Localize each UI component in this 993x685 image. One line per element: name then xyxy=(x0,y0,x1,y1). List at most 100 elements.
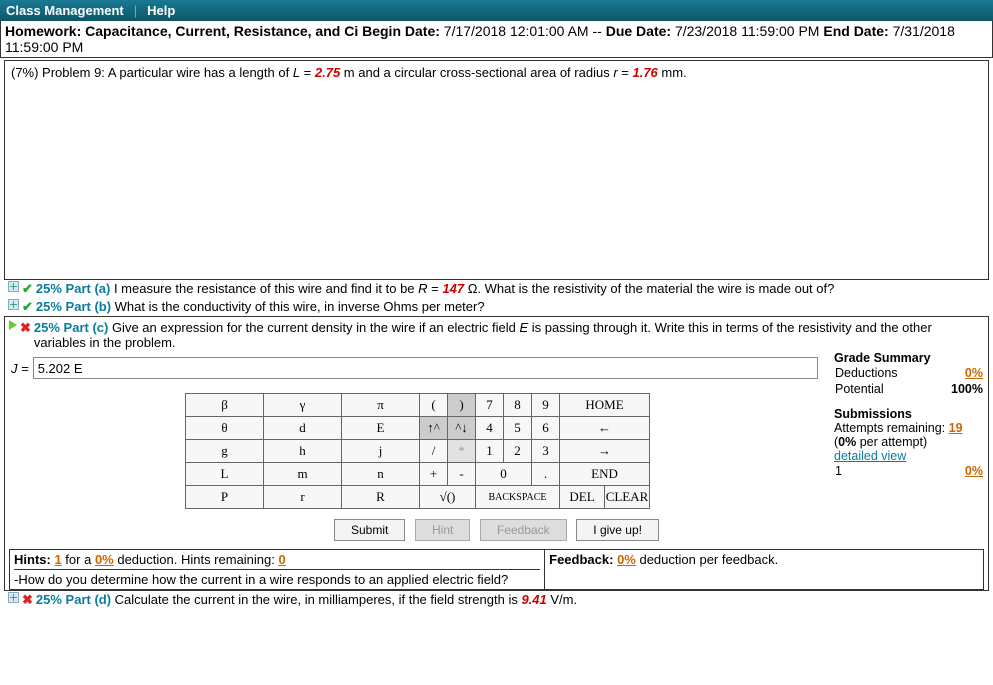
play-icon xyxy=(9,320,17,330)
problem-text-1: A particular wire has a length of xyxy=(105,65,293,80)
variable-R: R xyxy=(418,281,427,296)
date-separator: -- xyxy=(589,23,606,39)
equals-1: = xyxy=(300,65,315,80)
key-1[interactable]: 1 xyxy=(476,440,504,463)
key-dot[interactable]: . xyxy=(532,463,560,486)
key-div[interactable]: / xyxy=(420,440,448,463)
key-5[interactable]: 5 xyxy=(504,417,532,440)
answer-input[interactable] xyxy=(33,357,818,379)
key-del[interactable]: DEL xyxy=(560,486,605,509)
key-home[interactable]: HOME xyxy=(560,394,650,417)
giveup-button[interactable]: I give up! xyxy=(576,519,659,541)
submit-button[interactable]: Submit xyxy=(334,519,405,541)
deductions-label: Deductions xyxy=(834,365,932,381)
due-date-value: 7/23/2018 11:59:00 PM xyxy=(675,23,823,39)
hints-pct: 0% xyxy=(95,552,114,567)
key-sqrt[interactable]: √() xyxy=(420,486,476,509)
part-b-label: 25% Part (b) xyxy=(36,299,111,314)
expand-icon[interactable] xyxy=(8,281,19,292)
answer-row: J = xyxy=(11,357,826,379)
hint-button[interactable]: Hint xyxy=(415,519,470,541)
key-left[interactable]: ← xyxy=(560,417,650,440)
key-L[interactable]: L xyxy=(186,463,264,486)
key-super[interactable]: ↑^ xyxy=(420,417,448,440)
homework-title: Capacitance, Current, Resistance, and Ci xyxy=(85,23,362,39)
problem-text-3: mm. xyxy=(658,65,687,80)
grade-sidebar: Grade Summary Deductions0% Potential100%… xyxy=(834,351,984,479)
key-P[interactable]: P xyxy=(186,486,264,509)
key-E[interactable]: E xyxy=(342,417,420,440)
hint-body: -How do you determine how the current in… xyxy=(14,569,540,587)
value-r: 1.76 xyxy=(632,65,657,80)
part-d-text-2: V/m. xyxy=(547,592,577,607)
part-c-box: ✖ 25% Part (c) Give an expression for th… xyxy=(4,316,989,591)
potential-label: Potential xyxy=(834,381,932,397)
part-a-text-2: . What is the resistivity of the materia… xyxy=(477,281,834,296)
key-j[interactable]: j xyxy=(342,440,420,463)
key-lparen[interactable]: ( xyxy=(420,394,448,417)
feedback-column: Feedback: 0% deduction per feedback. xyxy=(545,550,983,589)
menu-help[interactable]: Help xyxy=(147,3,175,18)
key-d[interactable]: d xyxy=(264,417,342,440)
key-plus[interactable]: + xyxy=(420,463,448,486)
x-icon: ✖ xyxy=(22,592,33,608)
problem-number: (7%) Problem 9: xyxy=(11,65,105,80)
perattempt-pct: 0% xyxy=(838,435,856,449)
key-4[interactable]: 4 xyxy=(476,417,504,440)
hints-label: Hints: xyxy=(14,552,54,567)
attempt-1-num: 1 xyxy=(834,463,880,479)
menu-class-management[interactable]: Class Management xyxy=(6,3,124,18)
part-d-row: ✖ 25% Part (d) Calculate the current in … xyxy=(4,591,989,609)
expand-icon[interactable] xyxy=(8,592,19,603)
key-end[interactable]: END xyxy=(560,463,650,486)
key-theta[interactable]: θ xyxy=(186,417,264,440)
key-7[interactable]: 7 xyxy=(476,394,504,417)
part-b-text: What is the conductivity of this wire, i… xyxy=(111,299,485,314)
hint-feedback-row: Hints: 1 for a 0% deduction. Hints remai… xyxy=(9,549,984,590)
grade-summary-header: Grade Summary xyxy=(834,351,984,365)
feedback-text: deduction per feedback. xyxy=(636,552,778,567)
detailed-view-link[interactable]: detailed view xyxy=(834,449,906,463)
begin-date-label: Begin Date: xyxy=(362,23,444,39)
key-right[interactable]: → xyxy=(560,440,650,463)
key-beta[interactable]: β xyxy=(186,394,264,417)
key-8[interactable]: 8 xyxy=(504,394,532,417)
homework-label: Homework: xyxy=(5,23,85,39)
expand-icon[interactable] xyxy=(8,299,19,310)
due-date-label: Due Date: xyxy=(606,23,675,39)
key-n[interactable]: n xyxy=(342,463,420,486)
variable-E: E xyxy=(519,320,528,335)
key-h[interactable]: h xyxy=(264,440,342,463)
key-9[interactable]: 9 xyxy=(532,394,560,417)
key-R[interactable]: R xyxy=(342,486,420,509)
key-g[interactable]: g xyxy=(186,440,264,463)
part-c-text-1: Give an expression for the current densi… xyxy=(108,320,519,335)
problem-statement-box: (7%) Problem 9: A particular wire has a … xyxy=(4,60,989,280)
check-icon: ✔ xyxy=(22,281,33,297)
hints-column: Hints: 1 for a 0% deduction. Hints remai… xyxy=(10,550,545,589)
feedback-button[interactable]: Feedback xyxy=(480,519,567,541)
key-0[interactable]: 0 xyxy=(476,463,532,486)
key-minus[interactable]: - xyxy=(448,463,476,486)
key-6[interactable]: 6 xyxy=(532,417,560,440)
key-m[interactable]: m xyxy=(264,463,342,486)
check-icon: ✔ xyxy=(22,299,33,315)
part-a-text-1: I measure the resistance of this wire an… xyxy=(110,281,418,296)
key-sub[interactable]: ^↓ xyxy=(448,417,476,440)
key-3[interactable]: 3 xyxy=(532,440,560,463)
key-mul[interactable]: * xyxy=(448,440,476,463)
key-2[interactable]: 2 xyxy=(504,440,532,463)
key-rparen[interactable]: ) xyxy=(448,394,476,417)
end-date-label: End Date: xyxy=(823,23,892,39)
assignment-header: Homework: Capacitance, Current, Resistan… xyxy=(0,21,993,58)
part-a-row: ✔ 25% Part (a) I measure the resistance … xyxy=(4,280,989,298)
key-backspace[interactable]: BACKSPACE xyxy=(476,486,560,509)
key-clear[interactable]: CLEAR xyxy=(605,486,650,509)
value-R: 147 xyxy=(442,281,464,296)
deductions-value: 0% xyxy=(965,366,983,380)
attempt-1-score: 0% xyxy=(965,464,983,478)
feedback-pct: 0% xyxy=(617,552,636,567)
key-pi[interactable]: π xyxy=(342,394,420,417)
key-gamma[interactable]: γ xyxy=(264,394,342,417)
key-r[interactable]: r xyxy=(264,486,342,509)
